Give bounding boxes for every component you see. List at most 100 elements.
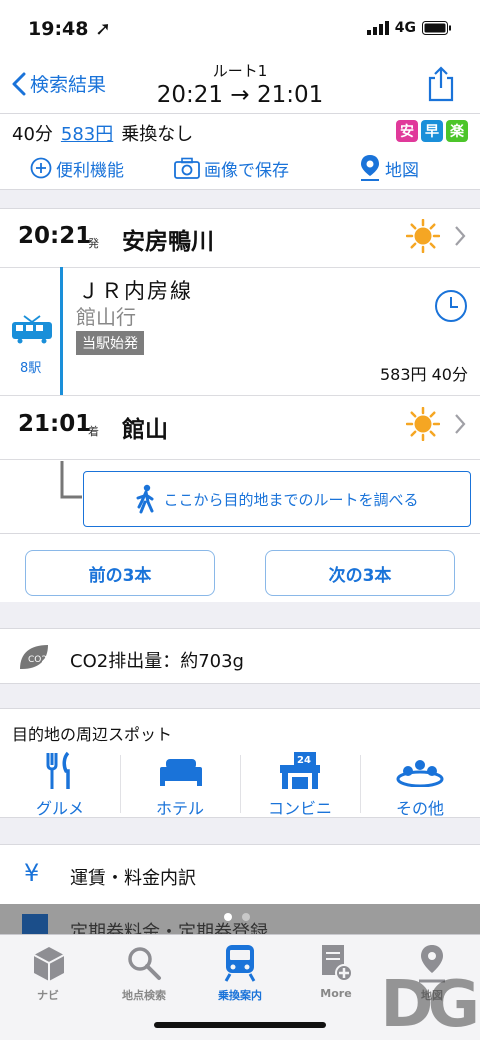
navi-box-icon	[33, 947, 65, 981]
tab-transit-label: 乗換案内	[218, 989, 262, 1002]
tab-more-label: More	[320, 987, 352, 1000]
badge-easy: 楽	[446, 120, 468, 142]
walk-route-label: ここから目的地までのルートを調べる	[163, 490, 419, 509]
spot-convenience-store[interactable]: 24 コンビニ	[240, 751, 360, 818]
clock-icon[interactable]	[434, 289, 468, 323]
badge-cheap: 安	[396, 120, 418, 142]
station-count: 8駅	[20, 361, 42, 376]
battery-icon	[422, 21, 451, 35]
spot-hotel[interactable]: ホテル	[120, 751, 240, 818]
home-indicator[interactable]	[154, 1022, 326, 1028]
page-indicator	[224, 913, 250, 921]
previous-three-button[interactable]: 前の3本	[25, 550, 215, 596]
plus-circle-icon	[30, 157, 52, 179]
network-label: 4G	[394, 20, 416, 36]
spot-hotel-label: ホテル	[155, 799, 204, 818]
pager: 前の3本 次の3本	[0, 534, 480, 602]
svg-text:CO2: CO2	[28, 655, 47, 665]
arrival-station-row[interactable]: 21:01 着 館山	[0, 397, 480, 455]
co2-row: CO2 CO2排出量：約703g	[0, 628, 480, 684]
signal-icon	[366, 21, 389, 35]
tab-navi[interactable]: ナビ	[0, 941, 96, 1011]
divider	[0, 395, 480, 396]
route-detail: 20:21 発 安房鴨川 8駅 ＪＲ内房線 館山行 当駅始発 583円 40分 …	[0, 208, 480, 534]
summary-transfer: 乗換なし	[121, 124, 194, 145]
walking-person-icon	[136, 484, 154, 514]
status-time: 19:48 ➚	[28, 18, 112, 40]
search-icon	[128, 947, 161, 980]
walk-connector-line	[60, 461, 82, 499]
fare-breakdown-label: 運賃・料金内訳	[70, 868, 196, 889]
train-icon	[12, 315, 52, 344]
segment-line-bar	[60, 267, 63, 395]
nearby-spots: 目的地の周辺スポット グルメ ホテル 24 コンビニ その他	[0, 708, 480, 818]
spot-convenience-label: コンビニ	[267, 799, 332, 818]
segment-fare-duration: 583円 40分	[380, 361, 468, 385]
next-three-button[interactable]: 次の3本	[265, 550, 455, 596]
chevron-right-icon	[455, 414, 466, 434]
summary-actions: 便利機能 画像で保存 地図	[30, 154, 419, 182]
watermark-logo: DG	[380, 968, 480, 1040]
route-badges: 安 早 楽	[396, 120, 468, 142]
map-label: 地図	[385, 160, 419, 181]
bed-icon	[160, 759, 202, 786]
co2-leaf-icon: CO2	[20, 645, 48, 669]
walk-route-button[interactable]: ここから目的地までのルートを調べる	[83, 471, 471, 527]
route-summary: 40分 583円 乗換なし 安 早 楽 便利機能 画像で保存 地図	[0, 114, 480, 190]
arrival-station: 館山	[122, 417, 168, 443]
navigation-bar: 検索結果 ルート1 20:21 → 21:01	[0, 56, 480, 114]
commuter-pass-icon	[22, 914, 48, 934]
camera-icon	[174, 157, 200, 179]
fork-knife-icon	[46, 751, 70, 789]
summary-fare-link[interactable]: 583円	[61, 120, 113, 146]
sun-weather-icon	[406, 219, 440, 253]
nav-title: ルート1	[212, 62, 268, 80]
co2-emission: CO2排出量：約703g	[70, 651, 244, 672]
spot-gourmet-label: グルメ	[35, 799, 84, 818]
summary-line: 40分 583円 乗換なし	[12, 120, 193, 146]
convenient-features-button[interactable]: 便利機能	[30, 154, 124, 182]
tab-place-search[interactable]: 地点検索	[96, 941, 192, 1011]
arrival-tag: 着	[88, 425, 99, 438]
save-image-label: 画像で保存	[204, 160, 289, 181]
convenience-store-icon: 24	[280, 752, 320, 789]
convenient-features-label: 便利機能	[56, 160, 124, 181]
share-icon	[428, 66, 454, 102]
map-button[interactable]: 地図	[359, 154, 419, 182]
tab-navi-label: ナビ	[37, 989, 59, 1002]
segment-fare: 583円	[379, 365, 427, 384]
summary-duration: 40分	[12, 124, 53, 145]
tab-place-search-label: 地点検索	[122, 989, 166, 1002]
train-segment: 8駅 ＪＲ内房線 館山行 当駅始発 583円 40分	[0, 267, 480, 395]
sun-weather-icon	[406, 407, 440, 441]
page-dot-active	[224, 913, 232, 921]
arrival-time: 21:01	[18, 411, 92, 437]
yen-icon: ¥	[24, 859, 40, 887]
segment-duration: 40分	[431, 365, 468, 384]
chevron-right-icon	[455, 226, 466, 246]
share-button[interactable]	[426, 66, 456, 106]
divider	[0, 459, 480, 460]
departure-station: 安房鴨川	[122, 229, 214, 255]
map-pin-icon	[361, 155, 379, 181]
page-dot	[242, 913, 250, 921]
spot-other-label: その他	[395, 799, 444, 818]
line-destination: 館山行	[76, 305, 136, 329]
departure-time: 20:21	[18, 223, 92, 249]
nav-subtitle: 20:21 → 21:01	[156, 82, 324, 108]
departure-station-row[interactable]: 20:21 発 安房鴨川	[0, 209, 480, 267]
train-front-icon	[224, 945, 256, 982]
spot-gourmet[interactable]: グルメ	[0, 751, 120, 818]
other-spots-icon	[396, 760, 444, 787]
fare-breakdown-row[interactable]: ¥ 運賃・料金内訳	[0, 844, 480, 904]
location-arrow-icon: ➚	[95, 18, 112, 40]
tab-transit[interactable]: 乗換案内	[192, 941, 288, 1011]
spots-title: 目的地の周辺スポット	[12, 725, 173, 744]
status-indicators: 4G	[366, 20, 452, 36]
tab-more[interactable]: More	[288, 941, 384, 1011]
save-image-button[interactable]: 画像で保存	[174, 154, 289, 182]
departure-tag: 発	[88, 237, 99, 250]
badge-fast: 早	[421, 120, 443, 142]
spot-other[interactable]: その他	[360, 751, 480, 818]
status-bar: 19:48 ➚ 4G	[0, 0, 480, 56]
